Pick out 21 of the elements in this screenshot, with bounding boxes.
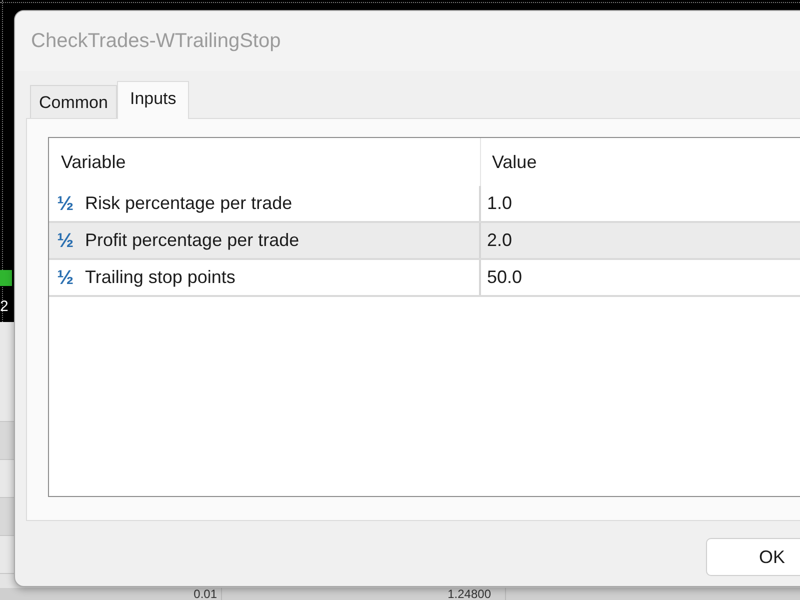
variable-value: 50.0: [486, 266, 522, 289]
chart-bar-icon: [0, 270, 12, 286]
variable-name: Trailing stop points: [85, 266, 236, 289]
fraction-icon: ½: [57, 266, 81, 288]
fraction-icon: ½: [57, 192, 81, 214]
ok-button[interactable]: OK: [706, 538, 800, 576]
table-row[interactable]: ½ Profit percentage per trade 2.0: [49, 223, 800, 260]
fraction-icon: ½: [57, 230, 81, 252]
tab[interactable]: Common: [30, 85, 117, 118]
column-header: Value: [491, 150, 537, 174]
variable-value: 1.0: [486, 192, 512, 215]
table-cell: 1.24800: [222, 588, 506, 600]
variable-name: Risk percentage per trade: [85, 192, 292, 215]
variable-value: 2.0: [486, 229, 512, 252]
table-row[interactable]: ½ Trailing stop points 50.0: [49, 260, 800, 297]
chart-axis-label: 2: [0, 298, 8, 316]
tab[interactable]: Inputs: [116, 81, 190, 119]
table-row[interactable]: ½ Risk percentage per trade 1.0: [49, 186, 800, 223]
table-cell: 0.01: [0, 588, 222, 600]
variable-name: Profit percentage per trade: [85, 229, 300, 252]
window-title: CheckTrades-WTrailingStop: [31, 29, 281, 54]
